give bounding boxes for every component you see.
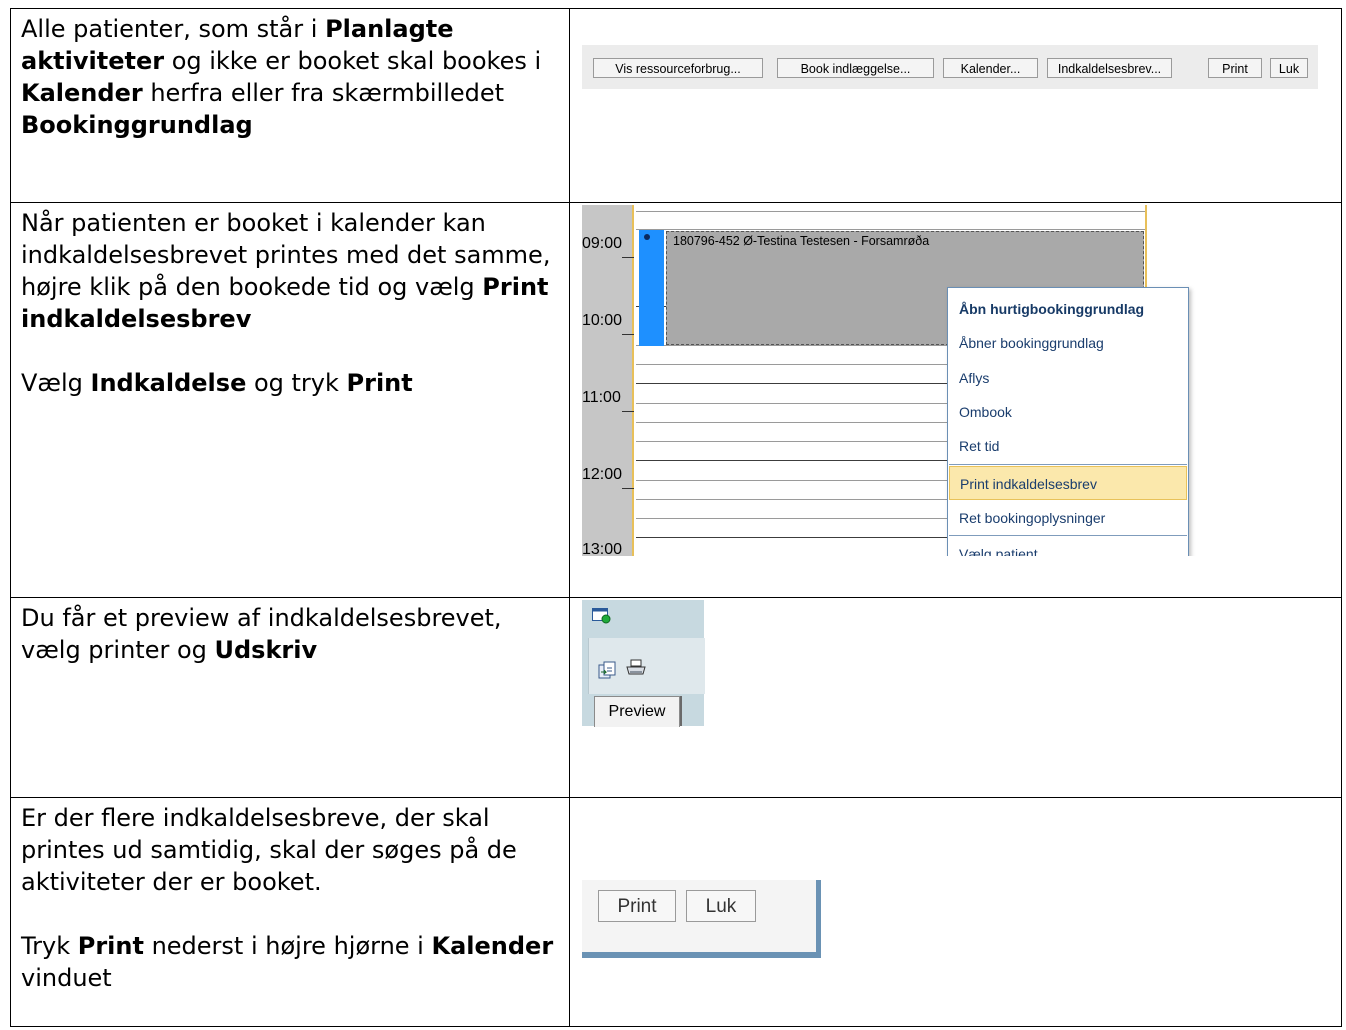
export-icon[interactable]	[597, 660, 617, 680]
menu-item-aabner-bookinggrundlag[interactable]: Åbner bookinggrundlag	[949, 326, 1187, 360]
instruction-cell: Alle patienter, som står i Planlagte akt…	[10, 8, 570, 203]
instruction-text: Er der flere indkaldelsesbreve, der skal…	[21, 804, 517, 896]
screenshot-cell: 09:00 10:00 11:00 12:00 13:00 180796-452…	[569, 202, 1342, 598]
activity-toolbar: Vis ressourceforbrug... Book indlæggelse…	[582, 45, 1318, 89]
appointment-text: 180796-452 Ø-Testina Testesen - Forsamrø…	[673, 234, 930, 248]
time-label: 10:00	[582, 312, 623, 329]
print-button[interactable]: Print	[598, 890, 676, 922]
luk-button[interactable]: Luk	[1270, 58, 1308, 78]
instruction-text: Alle patienter, som står i Planlagte akt…	[21, 15, 542, 139]
table-row: Er der flere indkaldelsesbreve, der skal…	[10, 797, 1342, 1027]
menu-item-vaelg-patient[interactable]: Vælg patient	[949, 537, 1187, 556]
table-row: Du får et preview af indkaldelsesbrevet,…	[10, 597, 1342, 798]
menu-item-ret-bookingoplysninger[interactable]: Ret bookingoplysninger	[949, 501, 1187, 535]
screenshot-cell: Vis ressourceforbrug... Book indlæggelse…	[569, 8, 1342, 203]
appointment-status-bar[interactable]	[639, 230, 664, 346]
tab-preview[interactable]: Preview	[594, 696, 680, 727]
time-label: 09:00	[582, 235, 623, 252]
vis-ressourceforbrug-button[interactable]: Vis ressourceforbrug...	[593, 58, 763, 78]
instruction-cell: Du får et preview af indkaldelsesbrevet,…	[10, 597, 570, 798]
time-label: 11:00	[582, 389, 621, 406]
menu-item-aabn-hurtigbookinggrundlag[interactable]: Åbn hurtigbookinggrundlag	[949, 292, 1187, 326]
table-row: Når patienten er booket i kalender kan i…	[10, 202, 1342, 598]
instruction-table: Alle patienter, som står i Planlagte akt…	[10, 8, 1342, 1027]
context-menu: Åbn hurtigbookinggrundlag Åbner bookingg…	[947, 287, 1189, 556]
instruction-cell: Er der flere indkaldelsesbreve, der skal…	[10, 797, 570, 1027]
kalender-button[interactable]: Kalender...	[943, 58, 1038, 78]
instruction-cell: Når patienten er booket i kalender kan i…	[10, 202, 570, 598]
printer-icon[interactable]	[625, 658, 647, 678]
instruction-text: Vælg Indkaldelse og tryk Print	[21, 369, 413, 397]
status-dot-icon	[644, 234, 650, 240]
print-button[interactable]: Print	[1208, 58, 1262, 78]
time-column: 09:00 10:00 11:00 12:00 13:00	[582, 205, 634, 556]
time-label: 13:00	[582, 541, 623, 556]
screenshot-cell: Print Luk	[569, 797, 1342, 1027]
window-icon	[592, 608, 611, 624]
preview-toolbar	[588, 638, 705, 694]
menu-item-aflys[interactable]: Aflys	[949, 361, 1187, 395]
calendar-view: 09:00 10:00 11:00 12:00 13:00 180796-452…	[582, 205, 1210, 556]
instruction-text: Når patienten er booket i kalender kan i…	[21, 209, 551, 333]
time-label: 12:00	[582, 466, 623, 483]
kalender-window-corner: Print Luk	[582, 880, 822, 960]
preview-window: Preview	[582, 600, 705, 727]
table-row: Alle patienter, som står i Planlagte akt…	[10, 8, 1342, 203]
instruction-text: Du får et preview af indkaldelsesbrevet,…	[21, 604, 502, 664]
menu-item-ret-tid[interactable]: Ret tid	[949, 429, 1187, 463]
indkaldelsesbrev-button[interactable]: Indkaldelsesbrev...	[1047, 58, 1172, 78]
book-indlaeggelse-button[interactable]: Book indlæggelse...	[777, 58, 934, 78]
menu-item-print-indkaldelsesbrev[interactable]: Print indkaldelsesbrev	[949, 466, 1187, 500]
luk-button[interactable]: Luk	[686, 890, 756, 922]
instruction-text: Tryk Print nederst i højre hjørne i Kale…	[21, 932, 554, 992]
screenshot-cell: Preview	[569, 597, 1342, 798]
menu-item-ombook[interactable]: Ombook	[949, 395, 1187, 429]
